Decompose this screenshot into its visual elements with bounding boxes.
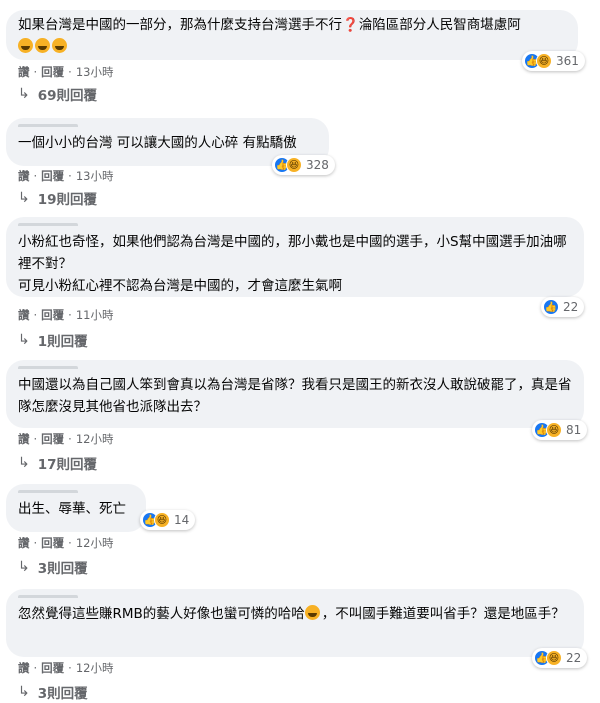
- grin-emoji-icon: [35, 38, 50, 53]
- reaction-count: 361: [556, 54, 579, 68]
- reaction-summary[interactable]: 👍 😆 14: [140, 510, 196, 530]
- reaction-summary[interactable]: 👍 😆 361: [522, 51, 585, 71]
- haha-reaction-icon: 😆: [536, 53, 552, 69]
- author-name-blurred: [18, 124, 78, 132]
- author-name-blurred: [18, 223, 78, 231]
- reply-action[interactable]: 回覆: [41, 660, 64, 676]
- haha-reaction-icon: 😆: [154, 512, 170, 528]
- author-name-blurred: [18, 366, 78, 374]
- like-reaction-icon: 👍: [543, 299, 559, 315]
- question-icon: ❓: [342, 17, 359, 33]
- reply-action[interactable]: 回覆: [41, 64, 64, 80]
- reply-action[interactable]: 回覆: [41, 535, 64, 551]
- comment-text: 出生、辱華、死亡: [18, 501, 126, 517]
- haha-reaction-icon: 😆: [546, 422, 562, 438]
- timestamp: 13小時: [75, 169, 114, 183]
- haha-reaction-icon: 😆: [546, 650, 562, 666]
- reaction-summary[interactable]: 👍 22: [541, 297, 585, 317]
- like-action[interactable]: 讚: [18, 64, 30, 80]
- comment-meta: 讚 · 回覆 · 12小時: [18, 660, 114, 676]
- timestamp: 13小時: [75, 65, 114, 79]
- reply-action[interactable]: 回覆: [41, 431, 64, 447]
- reaction-count: 22: [566, 651, 582, 665]
- reaction-summary[interactable]: 👍 😆 81: [532, 420, 588, 440]
- comment-meta: 讚 · 回覆 · 13小時: [18, 64, 114, 80]
- view-replies-link[interactable]: ↳ 69則回覆: [18, 84, 97, 104]
- view-replies-link[interactable]: ↳ 17則回覆: [18, 453, 97, 473]
- like-action[interactable]: 讚: [18, 168, 30, 184]
- author-name-blurred: [18, 490, 78, 498]
- like-action[interactable]: 讚: [18, 307, 30, 323]
- like-action[interactable]: 讚: [18, 535, 30, 551]
- reply-action[interactable]: 回覆: [41, 168, 64, 184]
- comment-meta: 讚 · 回覆 · 11小時: [18, 307, 114, 323]
- timestamp: 12小時: [75, 661, 114, 675]
- comment-text: 一個小小的台灣 可以讓大國的人心碎 有點驕傲: [18, 135, 297, 151]
- haha-reaction-icon: 😆: [286, 157, 302, 173]
- view-replies-link[interactable]: ↳ 3則回覆: [18, 557, 88, 577]
- comment-bubble: 中國還以為自己國人笨到會真以為台灣是省隊？我看只是國王的新衣沒人敢說破罷了，真是…: [6, 360, 584, 428]
- timestamp: 11小時: [75, 308, 114, 322]
- comment-text: 中國還以為自己國人笨到會真以為台灣是省隊？我看只是國王的新衣沒人敢說破罷了，真是…: [18, 377, 572, 415]
- reaction-summary[interactable]: 👍 😆 22: [532, 648, 588, 668]
- comment-text: 小粉紅也奇怪，如果他們認為台灣是中國的，那小戴也是中國的選手，小S幫中國選手加油…: [18, 234, 567, 294]
- reply-arrow-icon: ↳: [18, 455, 30, 471]
- timestamp: 12小時: [75, 536, 114, 550]
- comment-meta: 讚 · 回覆 · 13小時: [18, 168, 114, 184]
- comment-bubble: 小粉紅也奇怪，如果他們認為台灣是中國的，那小戴也是中國的選手，小S幫中國選手加油…: [6, 217, 584, 297]
- view-replies-link[interactable]: ↳ 1則回覆: [18, 330, 88, 350]
- view-replies-link[interactable]: ↳ 19則回覆: [18, 188, 97, 208]
- timestamp: 12小時: [75, 432, 114, 446]
- reaction-count: 81: [566, 423, 582, 437]
- grin-emoji-icon: [18, 38, 33, 53]
- comment-bubble: 出生、辱華、死亡: [6, 484, 146, 532]
- grin-emoji-icon: [52, 38, 67, 53]
- comment-bubble: 忽然覺得這些賺RMB的藝人好像也蠻可憐的哈哈 ，不叫國手難道要叫省手？還是地區手？: [6, 589, 584, 657]
- view-replies-link[interactable]: ↳ 3則回覆: [18, 682, 88, 702]
- comment-meta: 讚 · 回覆 · 12小時: [18, 431, 114, 447]
- like-action[interactable]: 讚: [18, 660, 30, 676]
- reaction-count: 328: [306, 158, 329, 172]
- reaction-count: 14: [174, 513, 190, 527]
- reply-action[interactable]: 回覆: [41, 307, 64, 323]
- reply-arrow-icon: ↳: [18, 559, 30, 575]
- reaction-count: 22: [563, 300, 579, 314]
- comment-meta: 讚 · 回覆 · 12小時: [18, 535, 114, 551]
- author-name-blurred: [18, 595, 78, 603]
- comment-text: 忽然覺得這些賺RMB的藝人好像也蠻可憐的哈哈 ，不叫國手難道要叫省手？還是地區手？: [18, 605, 565, 622]
- reaction-summary[interactable]: 👍 😆 328: [272, 155, 335, 175]
- reply-arrow-icon: ↳: [18, 684, 30, 700]
- comment-text: 如果台灣是中國的一部分，那為什麼支持台灣選手不行❓淪陷區部分人民智商堪慮阿: [18, 14, 566, 58]
- reply-arrow-icon: ↳: [18, 332, 30, 348]
- comment-bubble: 如果台灣是中國的一部分，那為什麼支持台灣選手不行❓淪陷區部分人民智商堪慮阿: [6, 10, 578, 60]
- grin-emoji-icon: [304, 605, 320, 620]
- reply-arrow-icon: ↳: [18, 190, 30, 206]
- like-action[interactable]: 讚: [18, 431, 30, 447]
- reply-arrow-icon: ↳: [18, 86, 30, 102]
